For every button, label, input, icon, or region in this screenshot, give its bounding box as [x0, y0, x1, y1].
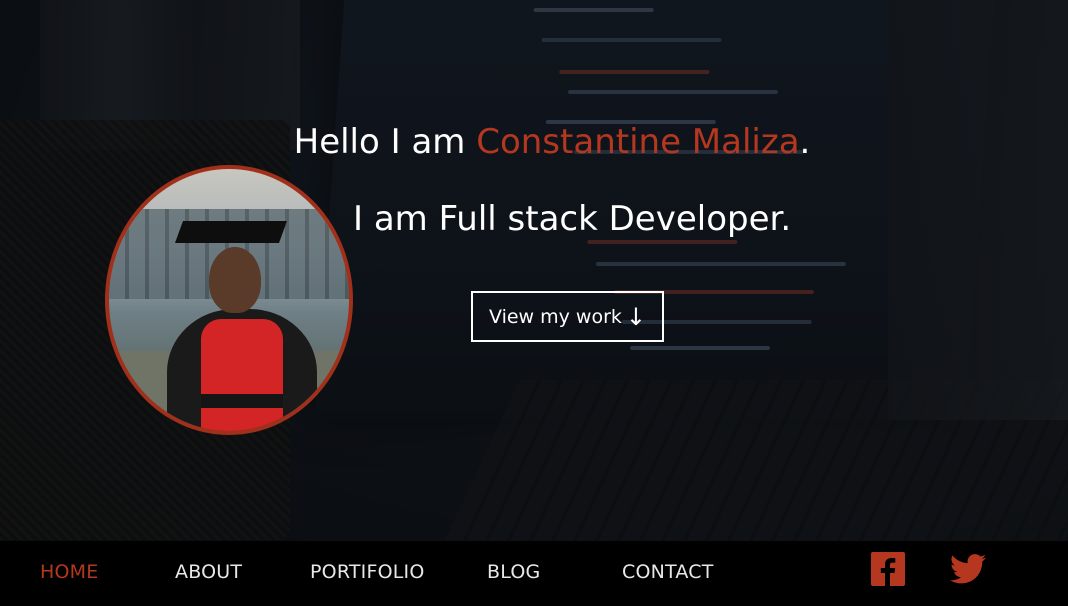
greeting-prefix: Hello I am	[293, 122, 466, 162]
hero-name: Constantine Maliza	[476, 122, 800, 162]
nav-portifolio[interactable]: PORTIFOLIO	[310, 561, 424, 583]
nav-about[interactable]: ABOUT	[175, 561, 242, 583]
hero-section: Hello I am Constantine Maliza. I am Full…	[0, 0, 1068, 541]
view-my-work-button[interactable]: View my work ↓	[471, 291, 664, 342]
avatar-sash	[201, 394, 283, 408]
avatar-head	[209, 247, 261, 313]
facebook-icon[interactable]	[870, 551, 906, 587]
bottom-nav: HOME ABOUT PORTIFOLIO BLOG CONTACT	[0, 541, 1068, 606]
nav-blog[interactable]: BLOG	[487, 561, 540, 583]
avatar-dress	[201, 319, 283, 431]
greeting-suffix: .	[799, 122, 811, 162]
avatar-graduation-cap	[174, 221, 288, 243]
hero-greeting: Hello I am Constantine Maliza.	[0, 122, 1068, 162]
profile-avatar	[105, 165, 353, 435]
nav-contact[interactable]: CONTACT	[622, 561, 714, 583]
hero-role: I am Full stack Developer.	[353, 199, 792, 239]
twitter-icon[interactable]	[950, 551, 986, 587]
nav-home[interactable]: HOME	[40, 561, 98, 583]
view-my-work-label: View my work	[488, 305, 622, 328]
arrow-down-icon: ↓	[625, 302, 646, 331]
